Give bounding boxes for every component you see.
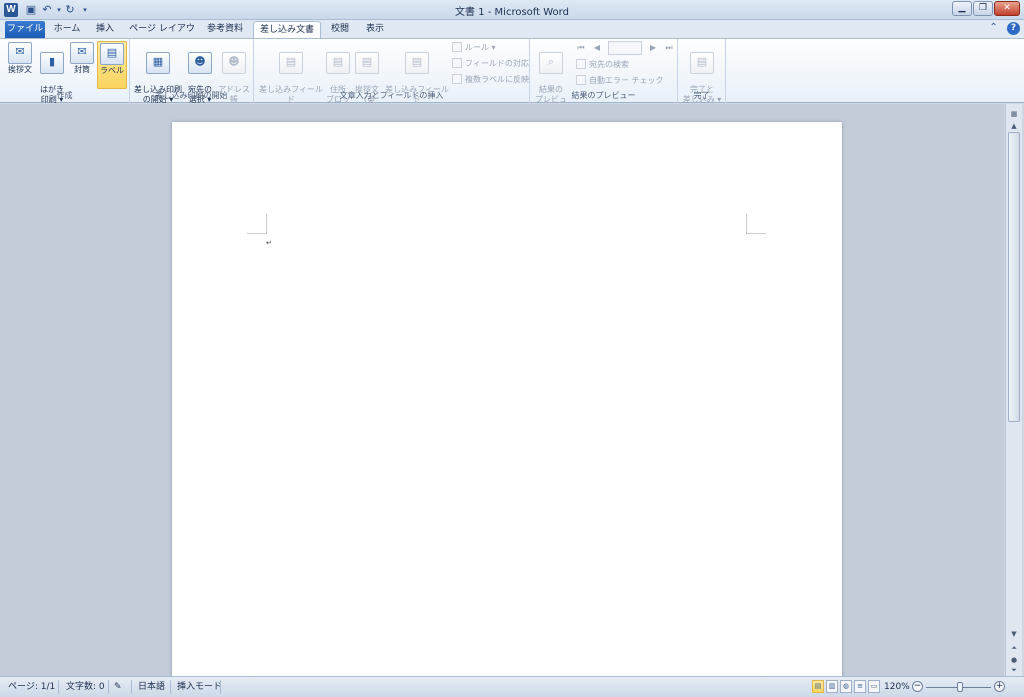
finish-merge-icon: ▤ [690, 52, 714, 74]
zoom-in-icon[interactable]: + [994, 681, 1005, 692]
document-page[interactable]: ↵ [172, 122, 842, 676]
zoom-level[interactable]: 120% [884, 680, 910, 694]
match-fields-icon [452, 58, 462, 68]
record-number-field[interactable] [608, 41, 642, 55]
greeting-card-button[interactable]: ✉ 挨拶文 [5, 41, 35, 75]
minimize-button[interactable]: ▁ [952, 1, 972, 16]
update-labels-button[interactable]: 複数ラベルに反映 [452, 74, 529, 86]
find-recipient-button[interactable]: 宛先の検索 [576, 59, 629, 71]
group-start-mail-merge: ▦ 差し込み印刷 の開始 ▾ ☻ 宛先の 選択 ▾ ☻ アドレス帳 の編集 差し… [130, 39, 254, 114]
postcard-icon: ▮ [40, 52, 64, 74]
insert-mode-indicator[interactable]: 挿入モード [177, 680, 222, 694]
group-preview-results: ⌕ 結果の プレビュー ⏮ ◀ ▶ ⏭ 宛先の検索 自動エラー チェック 結果の… [530, 39, 678, 114]
group-label-write-insert-fields: 文章入力とフィールドの挿入 [339, 91, 444, 100]
group-label-start-mail-merge: 差し込み印刷の開始 [155, 91, 228, 100]
greeting-line-icon: ▤ [355, 52, 379, 74]
tab-view[interactable]: 表示 [360, 21, 390, 38]
auto-check-errors-button[interactable]: 自動エラー チェック [576, 75, 664, 87]
mail-merge-icon: ▦ [146, 52, 170, 74]
rules-button[interactable]: ルール ▾ [452, 42, 496, 54]
first-record-icon[interactable]: ⏮ [576, 43, 586, 53]
print-layout-view-icon[interactable]: ▤ [812, 680, 824, 693]
word-count[interactable]: 文字数: 0 [66, 680, 105, 694]
next-record-icon[interactable]: ▶ [648, 43, 658, 53]
page-count[interactable]: ページ: 1/1 [8, 680, 55, 694]
status-bar: ページ: 1/1 文字数: 0 ✎ 日本語 挿入モード ▤ ▥ ◍ ≡ ▭ 12… [0, 676, 1024, 697]
envelope-icon: ✉ [70, 42, 94, 64]
top-right-margin-mark [746, 214, 766, 234]
preview-icon: ⌕ [539, 52, 563, 74]
previous-page-icon[interactable]: ⏶ [1008, 642, 1020, 654]
greeting-card-icon: ✉ [8, 42, 32, 64]
document-area: ↵ [0, 104, 1004, 676]
title-bar: W ▣ ↶ ▾ ↻ ▾ 文書 1 - Microsoft Word ▁ ❐ ✕ [0, 0, 1024, 20]
help-icon[interactable]: ? [1007, 22, 1020, 35]
ribbon: ✉ 挨拶文 ▮ はがき 印刷 ▾ ✉ 封筒 ▤ ラベル 作成 ▦ 差し込み印刷 … [0, 38, 1024, 114]
zoom-slider-thumb[interactable] [957, 682, 963, 692]
outline-view-icon[interactable]: ≡ [854, 680, 866, 693]
group-label-preview-results: 結果のプレビュー [571, 91, 636, 100]
maximize-button[interactable]: ❐ [973, 1, 993, 16]
ruler-toggle-icon[interactable]: ▦ [1008, 108, 1020, 120]
top-left-margin-mark [247, 214, 267, 234]
ribbon-tabs: ファイル ホーム 挿入 ページ レイアウト 参考資料 差し込み文書 校閲 表示 … [0, 20, 1024, 51]
close-button[interactable]: ✕ [994, 1, 1020, 16]
envelope-button[interactable]: ✉ 封筒 [69, 41, 95, 75]
zoom-out-icon[interactable]: − [912, 681, 923, 692]
language-indicator[interactable]: 日本語 [138, 680, 165, 694]
full-screen-reading-view-icon[interactable]: ▥ [826, 680, 838, 693]
tab-home[interactable]: ホーム [50, 21, 84, 38]
group-label-finish: 完了 [693, 91, 710, 100]
scroll-down-icon[interactable]: ▼ [1008, 628, 1020, 640]
window-title: 文書 1 - Microsoft Word [455, 7, 569, 18]
match-fields-button[interactable]: フィールドの対応 [452, 58, 529, 70]
scroll-thumb[interactable] [1008, 132, 1020, 422]
group-write-insert-fields: ▤ 差し込みフィールド の強調表示 ▤ 住所 ブロック ▤ 挨拶文 （英文） ▤… [254, 39, 530, 114]
find-recipient-icon [576, 59, 586, 69]
highlight-fields-icon: ▤ [279, 52, 303, 74]
insert-field-icon: ▤ [405, 52, 429, 74]
tab-page-layout[interactable]: ページ レイアウト [126, 21, 198, 51]
tab-review[interactable]: 校閲 [325, 21, 355, 38]
labels-icon: ▤ [100, 43, 124, 65]
next-page-icon[interactable]: ⏷ [1008, 664, 1020, 676]
group-label-create: 作成 [56, 91, 73, 100]
rules-icon [452, 42, 462, 52]
group-finish: ▤ 完了と 差し込み ▾ 完了 [678, 39, 726, 104]
minimize-ribbon-icon[interactable]: ⌃ [989, 22, 997, 33]
address-block-icon: ▤ [326, 52, 350, 74]
last-record-icon[interactable]: ⏭ [664, 43, 674, 53]
recipients-icon: ☻ [188, 52, 212, 74]
web-layout-view-icon[interactable]: ◍ [840, 680, 852, 693]
labels-button[interactable]: ▤ ラベル [97, 41, 127, 89]
tab-references[interactable]: 参考資料 [202, 21, 248, 38]
tab-mailings[interactable]: 差し込み文書 [253, 21, 321, 38]
update-labels-icon [452, 74, 462, 84]
draft-view-icon[interactable]: ▭ [868, 680, 880, 693]
previous-record-icon[interactable]: ◀ [592, 43, 602, 53]
tab-insert[interactable]: 挿入 [88, 21, 122, 38]
scroll-up-icon[interactable]: ▲ [1008, 120, 1020, 132]
address-book-icon: ☻ [222, 52, 246, 74]
group-create: ✉ 挨拶文 ▮ はがき 印刷 ▾ ✉ 封筒 ▤ ラベル 作成 [0, 39, 130, 104]
check-errors-icon [576, 75, 586, 85]
paragraph-mark: ↵ [266, 239, 272, 247]
proofing-icon[interactable]: ✎ [114, 680, 122, 694]
vertical-scrollbar[interactable]: ▦ ▲ ▼ ⏶ ● ⏷ [1005, 104, 1022, 676]
tab-file[interactable]: ファイル [5, 21, 45, 38]
